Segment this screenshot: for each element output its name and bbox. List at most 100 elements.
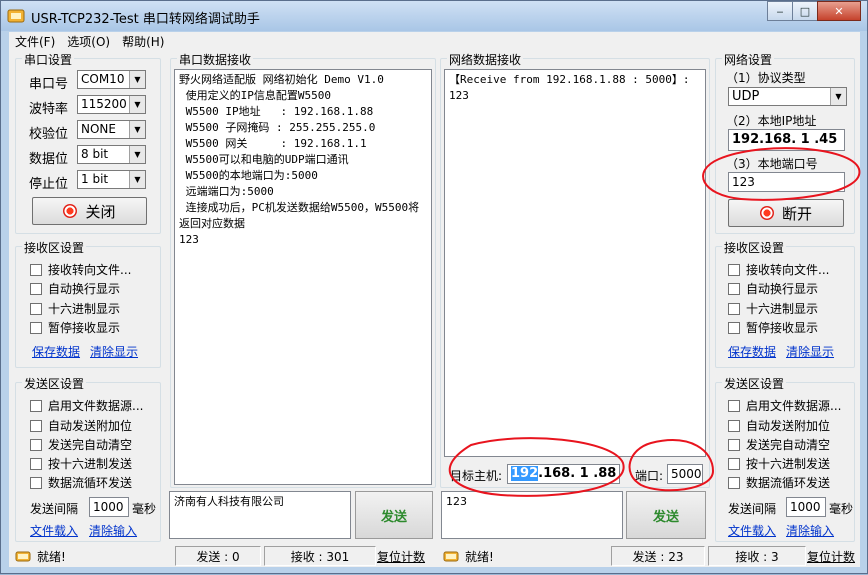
status-tray-icon	[443, 551, 459, 562]
app-window: USR-TCP232-Test 串口转网络调试助手 ‒ □ ✕ 文件(F) 选项…	[0, 0, 868, 574]
local-ip-input[interactable]: 192.168. 1 .45	[728, 129, 845, 151]
protocol-select[interactable]: UDP ▼	[728, 87, 847, 106]
right-recv-settings-group: 接收区设置 接收转向文件... 自动换行显示 十六进制显示 暂停接收显示 保存数…	[715, 239, 855, 368]
left-recv-option[interactable]: 接收转向文件...	[30, 261, 131, 278]
left-recv-option[interactable]: 暂停接收显示	[30, 319, 120, 336]
right-recv-option[interactable]: 十六进制显示	[728, 300, 818, 317]
menu-options[interactable]: 选项(O)	[61, 33, 116, 50]
checkbox[interactable]	[728, 321, 740, 334]
left-recv-option[interactable]: 自动换行显示	[30, 280, 120, 297]
net-settings-title: 网络设置	[722, 51, 775, 68]
right-clear-input-link[interactable]: 清除输入	[786, 522, 834, 539]
right-clear-display-link[interactable]: 清除显示	[786, 343, 834, 360]
port-select[interactable]: COM10 ▼	[77, 70, 146, 89]
checkbox[interactable]	[30, 438, 42, 451]
right-recv-option[interactable]: 接收转向文件...	[728, 261, 829, 278]
local-ip-label: （2）本地IP地址	[726, 114, 817, 128]
option-label: 十六进制显示	[48, 302, 121, 316]
left-save-data-link[interactable]: 保存数据	[32, 343, 80, 360]
chevron-down-icon: ▼	[129, 121, 145, 138]
stopbits-select[interactable]: 1 bit ▼	[77, 170, 146, 189]
left-interval-input[interactable]: 1000	[89, 497, 129, 517]
right-reset-count-button[interactable]: 复位计数	[807, 546, 860, 566]
checkbox[interactable]	[728, 457, 740, 470]
minimize-button[interactable]: ‒	[767, 1, 793, 21]
left-file-load-link[interactable]: 文件载入	[30, 522, 78, 539]
serial-send-button[interactable]: 发送	[355, 491, 433, 539]
right-interval-input[interactable]: 1000	[786, 497, 826, 517]
chevron-down-icon: ▼	[129, 71, 145, 88]
left-clear-display-link[interactable]: 清除显示	[90, 343, 138, 360]
left-reset-count-button[interactable]: 复位计数	[377, 546, 435, 566]
net-disconnect-button[interactable]: 断开	[728, 199, 844, 227]
checkbox[interactable]	[728, 419, 740, 432]
right-send-option[interactable]: 自动发送附加位	[728, 417, 830, 434]
net-send-textarea[interactable]: 123	[441, 491, 623, 539]
option-label: 按十六进制发送	[48, 457, 133, 471]
right-save-data-link[interactable]: 保存数据	[728, 343, 776, 360]
option-label: 发送完自动清空	[746, 438, 831, 452]
menu-file[interactable]: 文件(F)	[9, 33, 61, 50]
target-host-input[interactable]: 192.168. 1 .88	[507, 464, 620, 484]
left-send-settings-title: 发送区设置	[22, 375, 87, 392]
window-controls: ‒ □ ✕	[767, 1, 861, 23]
option-label: 自动发送附加位	[746, 419, 831, 433]
baud-select[interactable]: 115200 ▼	[77, 95, 146, 114]
databits-select[interactable]: 8 bit ▼	[77, 145, 146, 164]
menu-help[interactable]: 帮助(H)	[116, 33, 170, 50]
checkbox[interactable]	[728, 263, 740, 276]
client-area: 串口设置 串口号 COM10 ▼ 波特率 115200 ▼ 校验位 NONE ▼…	[9, 50, 860, 567]
option-label: 自动发送附加位	[48, 419, 133, 433]
checkbox[interactable]	[30, 282, 42, 295]
checkbox[interactable]	[728, 282, 740, 295]
checkbox[interactable]	[728, 399, 740, 412]
parity-value: NONE	[81, 122, 116, 136]
target-port-input[interactable]: 5000	[667, 464, 703, 484]
left-send-option[interactable]: 按十六进制发送	[30, 455, 132, 472]
serial-send-textarea[interactable]: 济南有人科技有限公司	[169, 491, 351, 539]
right-send-option[interactable]: 启用文件数据源...	[728, 397, 841, 414]
net-recv-textarea[interactable]: 【Receive from 192.168.1.88 : 5000】: 123	[444, 69, 706, 457]
checkbox[interactable]	[728, 476, 740, 489]
recv-line: 返回对应数据	[179, 217, 245, 230]
right-file-load-link[interactable]: 文件载入	[728, 522, 776, 539]
right-recv-option[interactable]: 自动换行显示	[728, 280, 818, 297]
right-send-option[interactable]: 发送完自动清空	[728, 436, 830, 453]
menu-bar: 文件(F) 选项(O) 帮助(H)	[9, 32, 860, 50]
right-send-option[interactable]: 数据流循环发送	[728, 474, 830, 491]
right-recv-option[interactable]: 暂停接收显示	[728, 319, 818, 336]
right-recv-settings-title: 接收区设置	[722, 239, 787, 256]
serial-recv-textarea[interactable]: 野火网络适配版 网络初始化 Demo V1.0 使用定义的IP信息配置W5500…	[174, 69, 432, 485]
checkbox[interactable]	[30, 419, 42, 432]
left-ready-text: 就绪!	[37, 549, 66, 564]
title-bar[interactable]: USR-TCP232-Test 串口转网络调试助手 ‒ □ ✕	[1, 1, 867, 31]
serial-close-button[interactable]: 关闭	[32, 197, 147, 225]
net-send-button[interactable]: 发送	[626, 491, 706, 539]
maximize-button[interactable]: □	[792, 1, 818, 21]
checkbox[interactable]	[728, 302, 740, 315]
left-send-option[interactable]: 发送完自动清空	[30, 436, 132, 453]
left-clear-input-link[interactable]: 清除输入	[89, 522, 137, 539]
left-send-option[interactable]: 自动发送附加位	[30, 417, 132, 434]
port-value: COM10	[81, 72, 125, 86]
close-button[interactable]: ✕	[817, 1, 861, 21]
right-recv-count: 接收 : 3	[708, 546, 806, 566]
checkbox[interactable]	[30, 476, 42, 489]
left-recv-option[interactable]: 十六进制显示	[30, 300, 120, 317]
checkbox[interactable]	[30, 457, 42, 470]
target-host-rest: .168. 1 .88	[538, 466, 617, 481]
left-send-option[interactable]: 启用文件数据源...	[30, 397, 143, 414]
local-port-input[interactable]: 123	[728, 172, 845, 192]
checkbox[interactable]	[30, 321, 42, 334]
option-label: 接收转向文件...	[746, 263, 830, 277]
right-send-option[interactable]: 按十六进制发送	[728, 455, 830, 472]
left-send-settings-group: 发送区设置 启用文件数据源... 自动发送附加位 发送完自动清空 按十六进制发送…	[15, 375, 161, 542]
checkbox[interactable]	[30, 302, 42, 315]
left-send-option[interactable]: 数据流循环发送	[30, 474, 132, 491]
checkbox[interactable]	[30, 263, 42, 276]
checkbox[interactable]	[728, 438, 740, 451]
target-port-label: 端口:	[635, 469, 664, 483]
parity-select[interactable]: NONE ▼	[77, 120, 146, 139]
option-label: 启用文件数据源...	[48, 399, 144, 413]
checkbox[interactable]	[30, 399, 42, 412]
